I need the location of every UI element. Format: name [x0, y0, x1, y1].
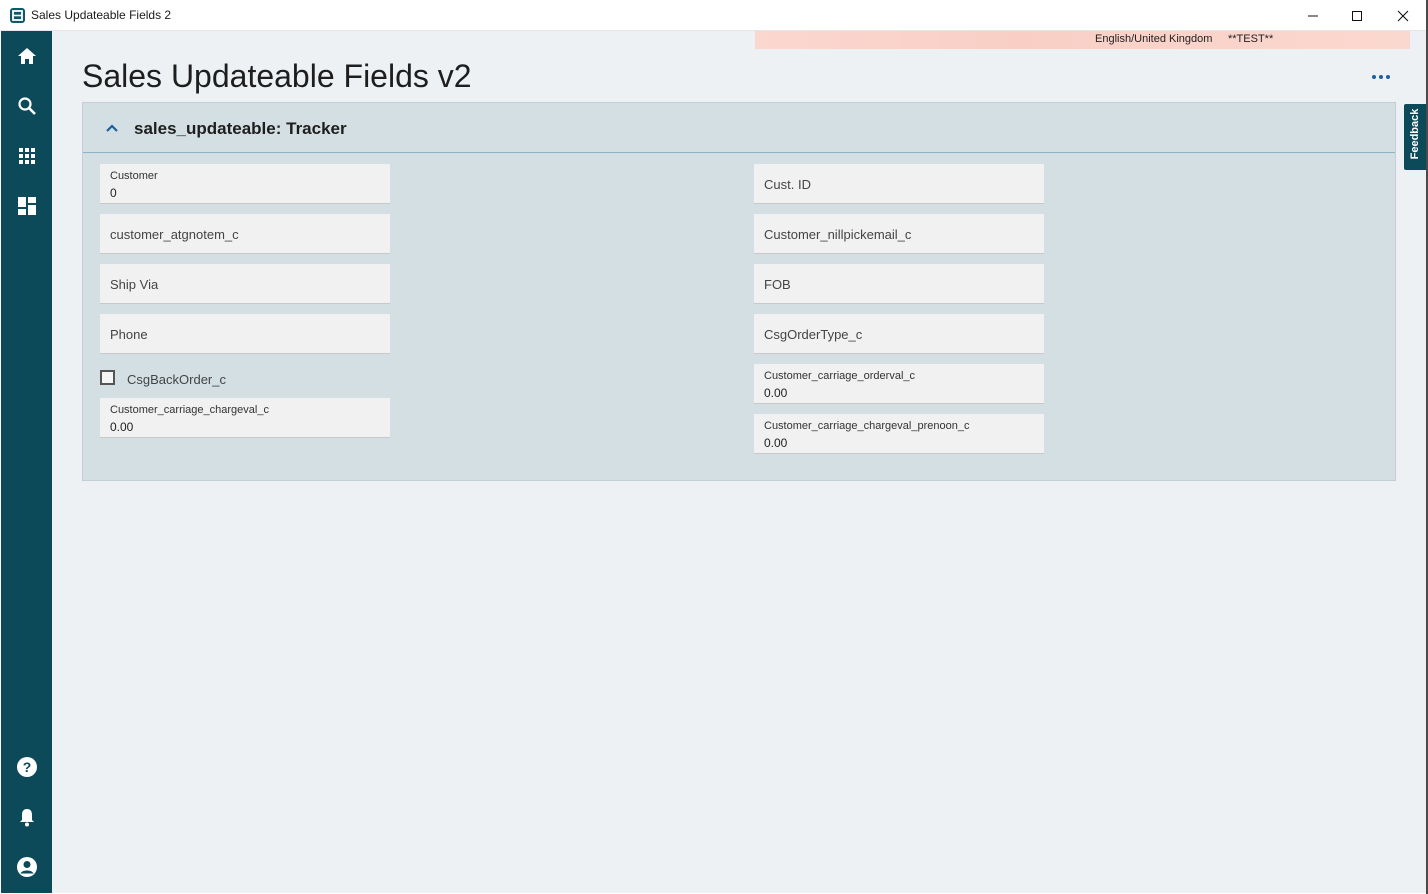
bell-icon	[19, 809, 34, 827]
page-title: Sales Updateable Fields v2	[82, 58, 472, 94]
field-value: 0.00	[110, 420, 134, 434]
ship-via-field[interactable]: Ship Via	[100, 264, 390, 304]
carriage-orderval-field[interactable]: Customer_carriage_orderval_c 0.00	[754, 364, 1044, 404]
feedback-label: Feedback	[1409, 108, 1421, 160]
app-logo-icon	[10, 8, 25, 23]
dashboard-button[interactable]	[1, 186, 52, 226]
more-dots-icon	[1372, 75, 1376, 79]
search-icon	[17, 97, 36, 115]
close-button[interactable]	[1380, 0, 1426, 31]
carriage-chargeval-field[interactable]: Customer_carriage_chargeval_c 0.00	[100, 398, 390, 438]
feedback-tab[interactable]: Feedback	[1404, 104, 1426, 170]
language-indicator[interactable]: English/United Kingdom	[1095, 33, 1212, 45]
field-label: Customer_carriage_orderval_c	[764, 370, 916, 382]
chevron-up-icon	[106, 123, 118, 132]
field-placeholder: Phone	[110, 327, 148, 342]
collapse-button[interactable]	[103, 120, 121, 134]
search-button[interactable]	[1, 86, 52, 126]
window-title: Sales Updateable Fields 2	[31, 8, 172, 22]
field-value: 0.00	[764, 436, 788, 450]
side-navigation: ?	[1, 31, 52, 893]
tracker-panel: sales_updateable: Tracker Customer 0 cus…	[82, 102, 1396, 481]
main-content: English/United Kingdom **TEST** Sales Up…	[52, 31, 1426, 893]
account-button[interactable]	[1, 847, 52, 887]
field-label: Customer_carriage_chargeval_c	[110, 404, 269, 416]
field-placeholder: CsgOrderType_c	[764, 327, 863, 342]
customer-atgnotem-field[interactable]: customer_atgnotem_c	[100, 214, 390, 254]
account-icon	[16, 857, 37, 877]
phone-field[interactable]: Phone	[100, 314, 390, 354]
field-label: Customer	[110, 170, 158, 182]
cust-id-field[interactable]: Cust. ID	[754, 164, 1044, 204]
field-value: 0.00	[764, 386, 788, 400]
field-value: 0	[110, 186, 117, 200]
panel-title: sales_updateable: Tracker	[134, 119, 347, 138]
customer-nillpickemail-field[interactable]: Customer_nillpickemail_c	[754, 214, 1044, 254]
maximize-button[interactable]	[1334, 0, 1380, 31]
help-button[interactable]: ?	[1, 747, 52, 787]
field-placeholder: Cust. ID	[764, 177, 811, 192]
field-placeholder: FOB	[764, 277, 791, 292]
customer-field[interactable]: Customer 0	[100, 164, 390, 204]
help-icon: ?	[16, 757, 37, 777]
carriage-chargeval-prenoon-field[interactable]: Customer_carriage_chargeval_prenoon_c 0.…	[754, 414, 1044, 454]
field-placeholder: Customer_nillpickemail_c	[764, 227, 912, 242]
dashboard-icon	[17, 197, 36, 215]
csg-backorder-row: CsgBackOrder_c	[100, 369, 360, 389]
fob-field[interactable]: FOB	[754, 264, 1044, 304]
home-button[interactable]	[1, 36, 52, 76]
window-titlebar: Sales Updateable Fields 2	[0, 0, 1428, 31]
field-placeholder: Ship Via	[110, 277, 159, 292]
home-icon	[17, 48, 36, 64]
apps-grid-icon	[18, 148, 35, 164]
checkbox-label: CsgBackOrder_c	[127, 372, 226, 387]
panel-header[interactable]: sales_updateable: Tracker	[83, 103, 1395, 153]
environment-banner	[755, 31, 1410, 49]
csg-backorder-checkbox[interactable]	[100, 370, 115, 385]
field-label: Customer_carriage_chargeval_prenoon_c	[764, 420, 970, 432]
csg-ordertype-field[interactable]: CsgOrderType_c	[754, 314, 1044, 354]
field-placeholder: customer_atgnotem_c	[110, 227, 239, 242]
notifications-button[interactable]	[1, 797, 52, 837]
more-options-button[interactable]	[1368, 71, 1394, 83]
minimize-button[interactable]	[1290, 0, 1336, 31]
environment-indicator: **TEST**	[1228, 33, 1274, 45]
apps-button[interactable]	[1, 136, 52, 176]
svg-text:?: ?	[22, 759, 31, 775]
